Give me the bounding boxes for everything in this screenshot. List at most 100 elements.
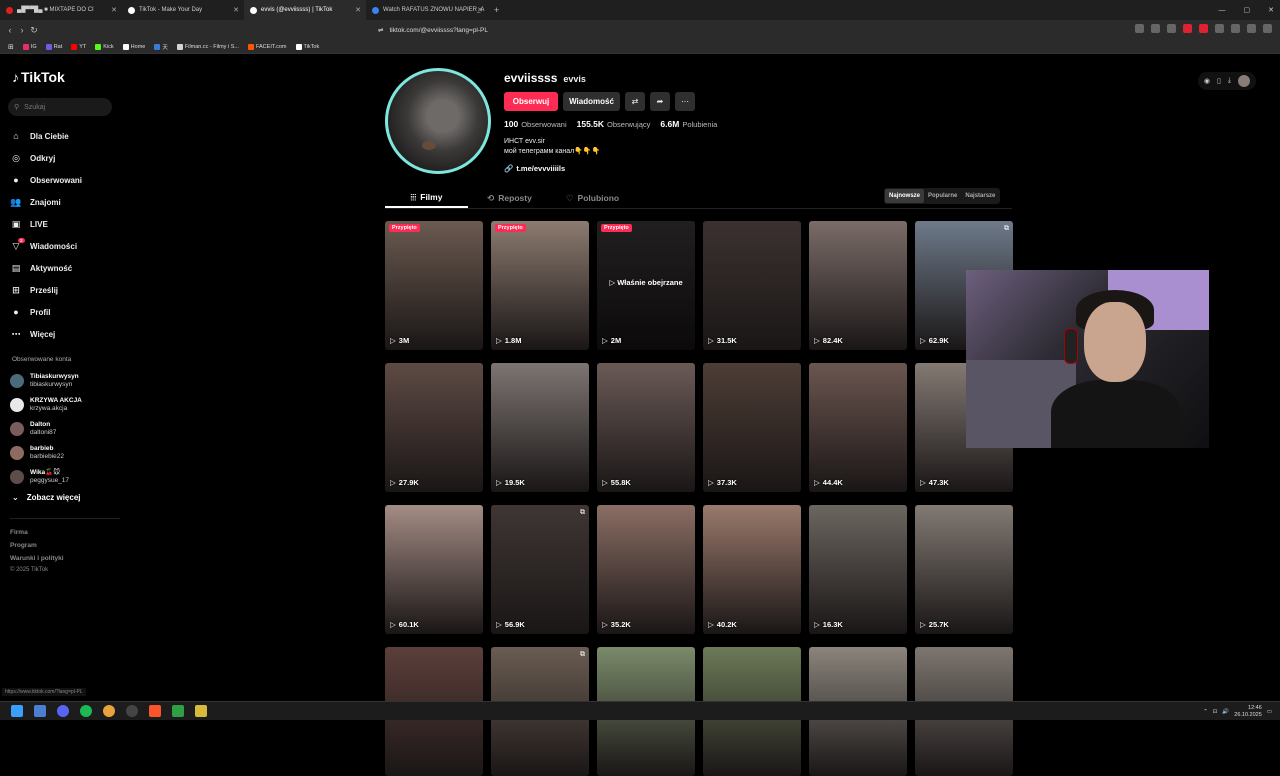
video-thumbnail[interactable]: ⧉ ▷ 56.9K [491, 505, 589, 634]
video-thumbnail[interactable]: ▷ 82.4K [809, 221, 907, 350]
menu-icon[interactable] [1263, 24, 1272, 33]
new-tab-button[interactable]: + [494, 5, 499, 15]
chrome-icon[interactable] [103, 705, 115, 717]
sidebar-item[interactable]: ⌂ Dla Ciebie [10, 125, 118, 147]
close-tab-icon[interactable]: ✕ [477, 6, 483, 14]
site-info-icon[interactable]: ⇌ [378, 26, 383, 34]
followed-account[interactable]: Tibiaskurwysyn tibiaskurwysyn [10, 369, 118, 393]
sidebar-item[interactable]: ⋯ Więcej [10, 323, 118, 345]
video-thumbnail[interactable]: ▷ 44.4K [809, 363, 907, 492]
browser-tab[interactable]: Watch RAFATUS ZNOWU NAPIER_A ✕ [366, 0, 488, 20]
sidebar-item[interactable]: ▽ 2 Wiadomości [10, 235, 118, 257]
profile-stat[interactable]: 100 Obserwowani [504, 119, 567, 129]
coins-icon[interactable]: ◉ [1204, 77, 1210, 85]
bookmark-item[interactable]: IG [22, 43, 37, 50]
more-options-icon[interactable]: ⋯ [675, 92, 695, 111]
sidebar-item[interactable]: ● Obserwowani [10, 169, 118, 191]
message-button[interactable]: Wiadomość [563, 92, 620, 111]
search-input[interactable]: ⚲ Szukaj [8, 98, 112, 116]
tab-liked[interactable]: ♡ Polubiono [551, 188, 634, 208]
video-thumbnail[interactable]: ▷ Właśnie obejrzane Przypięto ▷ 2M [597, 221, 695, 350]
apps-grid-icon[interactable]: ⊞ [8, 43, 14, 51]
browser-tab[interactable]: evvis (@evviissss) | TikTok ✕ [244, 0, 366, 20]
extension-icon[interactable] [1215, 24, 1224, 33]
extension-icon[interactable] [1151, 24, 1160, 33]
browser-tab[interactable]: TikTok - Make Your Day ✕ [122, 0, 244, 20]
follow-button[interactable]: Obserwuj [504, 92, 558, 111]
video-thumbnail[interactable]: Przypięto ▷ 1.8M [491, 221, 589, 350]
sidebar-item[interactable]: ▣ LIVE [10, 213, 118, 235]
profile-link[interactable]: 🔗 t.me/evvviiiils [504, 164, 565, 173]
footer-link[interactable]: Program [10, 539, 64, 552]
video-thumbnail[interactable]: ▷ 31.5K [703, 221, 801, 350]
clock[interactable]: 12:46 26.10.2025 [1234, 705, 1262, 719]
followed-account[interactable]: Dalton daltoni87 [10, 417, 118, 441]
followed-account[interactable]: barbieb barbiebie22 [10, 441, 118, 465]
video-thumbnail[interactable]: ▷ 37.3K [703, 363, 801, 492]
notifications-icon[interactable]: ▭ [1267, 709, 1272, 715]
bookmark-item[interactable]: FACEIT.com [247, 43, 287, 50]
extension-icon[interactable] [1231, 24, 1240, 33]
extension-icon[interactable] [1167, 24, 1176, 33]
video-thumbnail[interactable]: ▷ 25.7K [915, 505, 1013, 634]
sort-newest[interactable]: Najnowsze [885, 189, 925, 203]
app-icon[interactable] [195, 705, 207, 717]
user-avatar[interactable] [1238, 75, 1250, 87]
device-icon[interactable]: ▯ [1217, 77, 1221, 85]
maximize-icon[interactable]: ▢ [1244, 6, 1251, 14]
tab-videos[interactable]: ⦙⦙⦙ Filmy [385, 188, 468, 208]
network-icon[interactable]: ⊡ [1213, 709, 1218, 715]
brave-icon[interactable] [149, 705, 161, 717]
close-window-icon[interactable]: ✕ [1268, 6, 1274, 14]
tray-chevron-icon[interactable]: ⌃ [1203, 709, 1208, 715]
download-icon[interactable]: ⤓ [1228, 77, 1231, 85]
bookmark-item[interactable]: Filman.cc - Filmy i S... [176, 43, 239, 50]
close-tab-icon[interactable]: ✕ [233, 6, 239, 14]
sidebar-item[interactable]: 👥 Znajomi [10, 191, 118, 213]
bookmark-item[interactable]: Kick [95, 43, 114, 50]
followed-account[interactable]: KRZYWA AKCJA krzywa.akcja [10, 393, 118, 417]
bookmark-item[interactable]: 天 [154, 43, 168, 51]
footer-link[interactable]: Firma [10, 526, 64, 539]
video-thumbnail[interactable]: Przypięto ▷ 3M [385, 221, 483, 350]
sidebar-item[interactable]: ◎ Odkryj [10, 147, 118, 169]
sort-popular[interactable]: Popularne [924, 189, 961, 203]
tab-reposts[interactable]: ⟲ Reposty [468, 188, 551, 208]
discord-icon[interactable] [57, 705, 69, 717]
obs-icon[interactable] [126, 705, 138, 717]
profile-stat[interactable]: 6.6M Polubienia [660, 119, 717, 129]
video-thumbnail[interactable]: ▷ 16.3K [809, 505, 907, 634]
bookmark-item[interactable]: TikTok [295, 43, 319, 50]
app-icon[interactable] [172, 705, 184, 717]
spotify-icon[interactable] [80, 705, 92, 717]
brave-shield-icon[interactable] [1183, 24, 1192, 33]
sidebar-item[interactable]: ▤ Aktywność [10, 257, 118, 279]
profile-avatar[interactable] [385, 68, 491, 174]
file-explorer-icon[interactable] [34, 705, 46, 717]
address-field[interactable]: ⇌ tiktok.com/@evviissss?lang=pl-PL [378, 24, 488, 36]
start-icon[interactable] [11, 705, 23, 717]
reload-icon[interactable]: ↻ [28, 25, 40, 36]
add-friend-icon[interactable]: ⇄ [625, 92, 645, 111]
minimize-icon[interactable]: — [1219, 7, 1226, 14]
close-tab-icon[interactable]: ✕ [111, 6, 117, 14]
volume-icon[interactable]: 🔊 [1222, 709, 1229, 715]
extension-icon[interactable] [1135, 24, 1144, 33]
video-thumbnail[interactable]: ▷ 40.2K [703, 505, 801, 634]
close-tab-icon[interactable]: ✕ [355, 6, 361, 14]
bookmark-item[interactable]: YT [71, 43, 86, 50]
brave-rewards-icon[interactable] [1199, 24, 1208, 33]
share-icon[interactable]: ➦ [650, 92, 670, 111]
video-thumbnail[interactable]: ▷ 35.2K [597, 505, 695, 634]
back-icon[interactable]: ‹ [4, 25, 16, 35]
extension-icon[interactable] [1247, 24, 1256, 33]
sort-oldest[interactable]: Najstarsze [961, 189, 999, 203]
see-more-button[interactable]: ⌄ Zobacz więcej [12, 493, 81, 502]
bookmark-item[interactable]: Home [122, 43, 145, 50]
footer-link[interactable]: Warunki i polityki [10, 552, 64, 565]
profile-stat[interactable]: 155.5K Obserwujący [577, 119, 651, 129]
sidebar-item[interactable]: ● Profil [10, 301, 118, 323]
browser-tab[interactable]: ▄█▀▀█▄ ■ MIXTAPE DO CI ✕ [0, 0, 122, 20]
video-thumbnail[interactable]: ▷ 55.8K [597, 363, 695, 492]
video-thumbnail[interactable]: ▷ 27.9K [385, 363, 483, 492]
